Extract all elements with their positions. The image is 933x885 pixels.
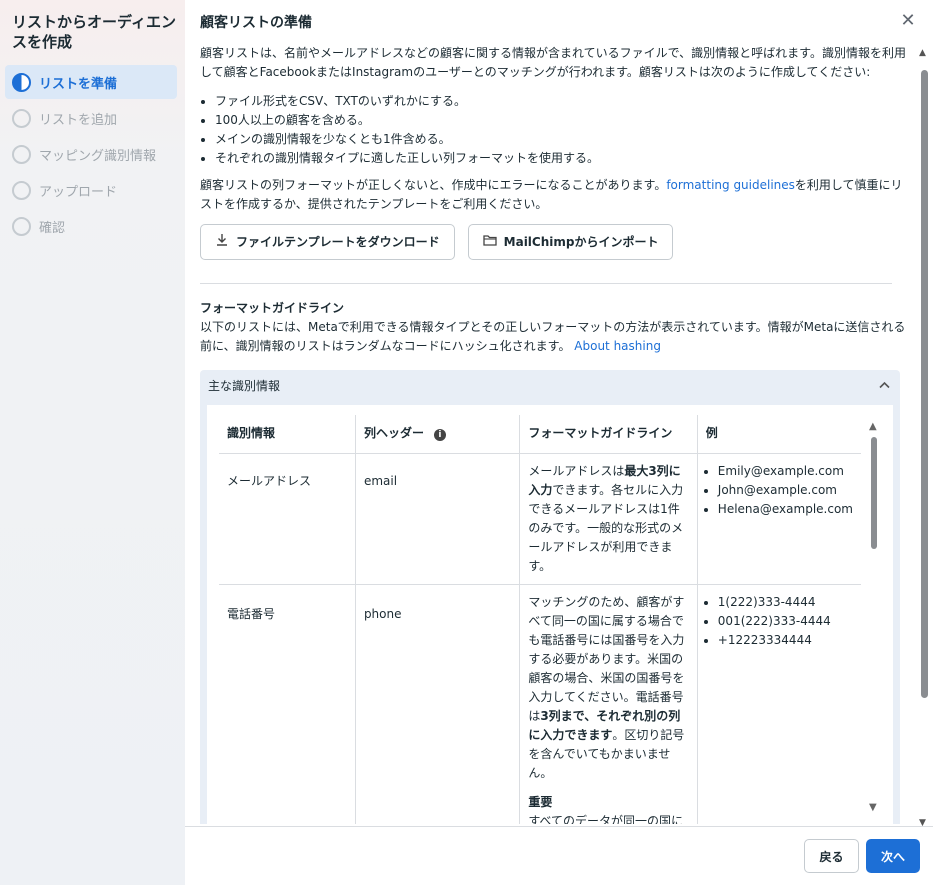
column-text: email [363,473,398,488]
step-label: リストを準備 [39,76,118,92]
list-item: メインの識別情報を少なくとも1件含める。 [215,130,912,149]
folder-icon [483,233,497,252]
table-row: 電話番号 phone マッチングのため、顧客がすべて同一の国に属する場合でも電話… [219,584,861,824]
table-header-row: 識別情報 列ヘッダー i フォーマットガイドライン 例 [219,415,861,454]
info-icon[interactable]: i [433,429,446,442]
scroll-up-icon[interactable]: ▲ [919,48,926,58]
format-guidelines-text: 以下のリストには、Metaで利用できる情報タイプとその正しいフォーマットの方法が… [200,318,912,356]
format-guidelines-body: 以下のリストには、Metaで利用できる情報タイプとその正しいフォーマットの方法が… [200,320,906,353]
sidebar-title: リストからオーディエンスを作成 [12,13,176,51]
step-progress-icon [12,72,31,92]
about-hashing-link[interactable]: About hashing [574,339,661,353]
example-cell: Emily@example.com John@example.com Helen… [696,453,861,585]
table-scrollbar[interactable]: ▲ ▼ [867,417,881,817]
scroll-down-icon[interactable]: ▼ [869,798,877,817]
step-mapping[interactable]: マッピング識別情報 [5,137,177,171]
column-header-column-label: 列ヘッダー [363,426,424,441]
scroll-content[interactable]: 顧客リストは、名前やメールアドレスなどの顧客に関する情報が含まれているファイルで… [200,44,912,824]
column-header-example: 例 [696,415,861,454]
list-item: 100人以上の顧客を含める。 [215,111,912,130]
list-item: ファイル形式をCSV、TXTのいずれかにする。 [215,92,912,111]
close-icon[interactable]: ✕ [899,12,917,30]
step-circle-icon [12,144,31,164]
example-item: Helena@example.com [718,500,853,519]
column-text: phone [363,606,402,621]
step-prepare-list[interactable]: リストを準備 [5,65,177,99]
mailchimp-import-label: MailChimpからインポート [503,234,659,249]
guideline-text: できます。各セルに入力できるメールアドレスは1件のみです。一般的な形式のメールア… [528,482,684,573]
example-item: Emily@example.com [718,462,853,481]
formatting-guidelines-link[interactable]: formatting guidelines [666,178,795,192]
footer: 戻る 次へ [185,826,933,885]
main-panel: 顧客リストの準備 ✕ 顧客リストは、名前やメールアドレスなどの顧客に関する情報が… [185,0,933,885]
table-scroll-thumb[interactable] [871,437,877,549]
format-guidelines-section: フォーマットガイドライン 以下のリストには、Metaで利用できる情報タイプとその… [200,299,912,356]
requirements-list: ファイル形式をCSV、TXTのいずれかにする。 100人以上の顧客を含める。 メ… [200,92,912,168]
warning-text: 顧客リストの列フォーマットが正しくないと、作成中にエラーになることがあります。f… [200,176,912,214]
example-cell: 1(222)333-4444 001(222)333-4444 +1222333… [696,584,861,824]
guideline-cell: メールアドレスは最大3列に入力できます。各セルに入力できるメールアドレスは1件の… [519,453,698,585]
divider [200,283,892,284]
identifier-text: メールアドレス [227,473,312,488]
guideline-cell: マッチングのため、顧客がすべて同一の国に属する場合でも電話番号には国番号を入力す… [519,584,698,825]
step-circle-icon [12,180,31,200]
download-icon [215,233,229,252]
table-row: メールアドレス email メールアドレスは最大3列に入力できます。各セルに入力… [219,453,861,585]
warning-text-start: 顧客リストの列フォーマットが正しくないと、作成中にエラーになることがあります。 [200,178,667,192]
guideline-text: メールアドレスは [528,463,625,478]
step-label: アップロード [39,184,118,200]
download-template-label: ファイルテンプレートをダウンロード [236,234,440,249]
chevron-up-icon[interactable] [879,376,890,395]
example-item: 1(222)333-4444 [718,593,853,612]
primary-identifiers-accordion: 主な識別情報 識別情報 列ヘッダー i フォーマットガイドライン 例 メールアド… [200,370,900,824]
accordion-header[interactable]: 主な識別情報 [200,370,900,402]
page-scroll-thumb[interactable] [921,70,928,698]
mailchimp-import-button[interactable]: MailChimpからインポート [467,224,674,260]
accordion-title: 主な識別情報 [208,378,281,393]
accordion-body[interactable]: 識別情報 列ヘッダー i フォーマットガイドライン 例 メールアドレス email… [207,405,893,824]
column-header-identifier: 識別情報 [219,415,356,454]
step-confirm[interactable]: 確認 [5,209,177,243]
column-cell: email [354,453,520,585]
important-text: すべてのデータが同一の国に属する場合でも、顧客の電話番号の一部に国番号を含めるよ… [528,813,683,825]
column-cell: phone [354,584,520,824]
guideline-text: マッチングのため、顧客がすべて同一の国に属する場合でも電話番号には国番号を入力す… [528,594,685,723]
page-title: 顧客リストの準備 [200,15,312,31]
step-add-list[interactable]: リストを追加 [5,101,177,135]
identifier-text: 電話番号 [227,606,276,621]
sidebar: リストからオーディエンスを作成 リストを準備 リストを追加 マッピング識別情報 … [0,0,185,885]
action-buttons: ファイルテンプレートをダウンロード MailChimpからインポート [200,224,674,260]
step-circle-icon [12,216,31,236]
download-template-button[interactable]: ファイルテンプレートをダウンロード [200,224,455,260]
next-button[interactable]: 次へ [866,839,920,873]
step-circle-icon [12,108,31,128]
step-label: 確認 [39,220,66,236]
identifier-table: 識別情報 列ヘッダー i フォーマットガイドライン 例 メールアドレス email… [219,415,861,824]
step-upload[interactable]: アップロード [5,173,177,207]
example-item: +12223334444 [718,631,853,650]
intro-paragraph: 顧客リストは、名前やメールアドレスなどの顧客に関する情報が含まれているファイルで… [200,46,906,79]
identifier-cell: メールアドレス [219,453,356,585]
scroll-up-icon[interactable]: ▲ [869,417,877,436]
example-item: 001(222)333-4444 [718,612,853,631]
list-item: それぞれの識別情報タイプに適した正しい列フォーマットを使用する。 [215,149,912,168]
important-title: 重要 [528,794,553,809]
identifier-cell: 電話番号 [219,584,356,824]
page-scrollbar[interactable]: ▲ ▼ [918,48,930,828]
format-guidelines-title: フォーマットガイドライン [200,301,345,315]
step-list: リストを準備 リストを追加 マッピング識別情報 アップロード 確認 [5,65,177,245]
step-label: マッピング識別情報 [39,148,157,164]
column-header-guideline: フォーマットガイドライン [519,415,698,454]
example-item: John@example.com [718,481,853,500]
back-button[interactable]: 戻る [804,839,859,873]
step-label: リストを追加 [39,112,118,128]
column-header-column: 列ヘッダー i [354,415,520,454]
intro-section: 顧客リストは、名前やメールアドレスなどの顧客に関する情報が含まれているファイルで… [200,44,912,214]
